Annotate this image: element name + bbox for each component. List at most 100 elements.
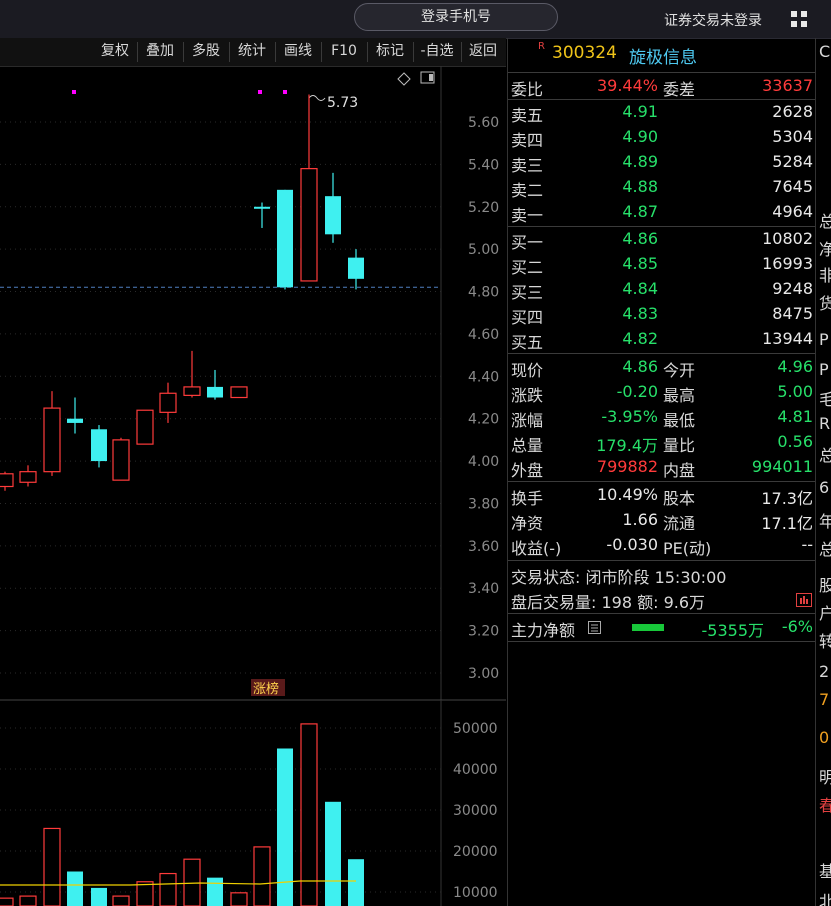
volume-tick-label: 10000 xyxy=(453,885,498,901)
toolbar-draw-line[interactable]: 画线 xyxy=(279,38,317,66)
toolbar-mark[interactable]: 标记 xyxy=(371,38,409,66)
quote-header: R 300324 旋极信息 xyxy=(508,38,816,72)
price-tick-label: 5.00 xyxy=(468,242,499,258)
toolbar-overlay[interactable]: 叠加 xyxy=(141,38,179,66)
candle-body xyxy=(67,418,83,423)
edge-label: P xyxy=(819,360,829,379)
stat-label: 内盘 xyxy=(663,461,696,480)
weicha-value: 33637 xyxy=(762,76,813,95)
toolbar-statistics[interactable]: 统计 xyxy=(233,38,271,66)
sell-volume: 5304 xyxy=(772,127,813,146)
volume-bar xyxy=(0,897,14,906)
candle-body xyxy=(91,429,107,462)
stat-value: 994011 xyxy=(751,457,813,476)
kline-chart[interactable]: 5.73 涨榜 5.60 5.40 5.20 5.00 4.80 4.60 4.40 4.20… xyxy=(0,66,506,906)
stat-value: 17.1亿 xyxy=(761,514,813,533)
list-icon[interactable] xyxy=(588,621,602,635)
diamond-icon[interactable] xyxy=(397,72,411,86)
stat-label: 涨跌 xyxy=(511,386,544,405)
stat-label: 换手 xyxy=(511,489,544,508)
volume-bar xyxy=(112,895,130,906)
stat-label: 量比 xyxy=(663,436,696,455)
toolbar-remove-watchlist[interactable]: -自选 xyxy=(416,38,458,66)
buy-price: 4.83 xyxy=(622,304,658,323)
stat-row: 收益(-) -0.030 PE(动) -- xyxy=(508,533,816,558)
stat-value: 10.49% xyxy=(596,485,658,504)
weibi-label: 委比 xyxy=(511,80,544,99)
edge-label: 年 xyxy=(819,508,831,532)
grid-menu-icon[interactable] xyxy=(789,9,809,29)
stat-row: 换手 10.49% 股本 17.3亿 xyxy=(508,483,816,508)
buy-row: 买四 4.83 8475 xyxy=(508,302,816,327)
buy-price: 4.84 xyxy=(622,279,658,298)
main-flow-value: -5355万 xyxy=(701,621,765,640)
limit-up-tag: 涨榜 xyxy=(253,681,279,697)
kline-chart-svg: 5.73 涨榜 5.60 5.40 5.20 5.00 4.80 4.60 4.40 4.20… xyxy=(0,66,506,906)
sell-volume: 2628 xyxy=(772,102,813,121)
price-tick-label: 3.60 xyxy=(468,539,499,555)
volume-bar xyxy=(325,801,341,906)
toolbar-f10[interactable]: F10 xyxy=(325,38,363,66)
buy-price: 4.86 xyxy=(622,229,658,248)
price-tick-label: 3.40 xyxy=(468,581,499,597)
buy-level-label: 买五 xyxy=(511,333,544,352)
detail-chart-icon[interactable] xyxy=(796,593,812,607)
buy-row: 买五 4.82 13944 xyxy=(508,327,816,352)
buy-level-label: 买四 xyxy=(511,308,544,327)
edge-label: P xyxy=(819,330,829,349)
stat-value: -0.030 xyxy=(606,535,658,554)
volume-tick-label: 30000 xyxy=(453,803,498,819)
stat-label: 股本 xyxy=(663,489,696,508)
sell-volume: 7645 xyxy=(772,177,813,196)
login-phone-button[interactable]: 登录手机号 xyxy=(354,3,558,31)
volume-bar xyxy=(43,827,61,906)
toolbar-back[interactable]: 返回 xyxy=(464,38,502,66)
trade-login-status[interactable]: 证券交易未登录 xyxy=(664,10,762,30)
price-tick-label: 5.40 xyxy=(468,157,499,173)
buy-price: 4.85 xyxy=(622,254,658,273)
edge-label: 2 xyxy=(819,662,830,681)
buy-volume: 13944 xyxy=(762,329,813,348)
divider xyxy=(508,560,816,561)
edge-label: 净 xyxy=(819,236,831,260)
volume-tick-label: 40000 xyxy=(453,762,498,778)
weibi-value: 39.44% xyxy=(596,76,658,95)
sell-level-label: 卖五 xyxy=(511,106,544,125)
right-edge-panel: C总净非货PP毛R总6年总股户转270明春基北 xyxy=(815,38,831,906)
sell-level-label: 卖二 xyxy=(511,181,544,200)
price-tick-label: 3.20 xyxy=(468,624,499,640)
divider xyxy=(508,353,816,354)
buy-volume: 16993 xyxy=(762,254,813,273)
toolbar-divider xyxy=(367,42,368,62)
toolbar-divider xyxy=(183,42,184,62)
sell-price: 4.90 xyxy=(622,127,658,146)
event-marker xyxy=(258,90,262,94)
candle-body xyxy=(159,392,177,413)
stat-row: 总量 179.4万 量比 0.56 xyxy=(508,430,816,455)
stat-row: 现价 4.86 今开 4.96 xyxy=(508,355,816,380)
volume-bar xyxy=(159,872,177,906)
divider xyxy=(508,641,816,642)
stat-value: 1.66 xyxy=(622,510,658,529)
toolbar-divider xyxy=(461,42,462,62)
quote-panel: R 300324 旋极信息 委比 39.44% 委差 33637 卖五 4.91 2… xyxy=(507,38,816,906)
sell-level-label: 卖四 xyxy=(511,131,544,150)
main-flow-bar xyxy=(632,624,664,631)
edge-label: R xyxy=(819,414,831,433)
volume-bar xyxy=(67,871,83,906)
toolbar-divider xyxy=(137,42,138,62)
buy-level-label: 买一 xyxy=(511,233,544,252)
volume-tick-label: 50000 xyxy=(453,721,498,737)
after-hours-volume: 盘后交易量: 198 额: 9.6万 xyxy=(511,593,706,612)
sell-price: 4.91 xyxy=(622,102,658,121)
sell-volume: 5284 xyxy=(772,152,813,171)
edge-label: 总 xyxy=(819,536,831,560)
stock-code[interactable]: 300324 xyxy=(552,43,617,63)
divider xyxy=(508,481,816,482)
volume-bar xyxy=(136,881,154,906)
volume-bar xyxy=(253,846,271,906)
toolbar-fuquan[interactable]: 复权 xyxy=(96,38,134,66)
buy-volume: 8475 xyxy=(772,304,813,323)
stock-name[interactable]: 旋极信息 xyxy=(629,43,697,68)
toolbar-multi-stock[interactable]: 多股 xyxy=(187,38,225,66)
